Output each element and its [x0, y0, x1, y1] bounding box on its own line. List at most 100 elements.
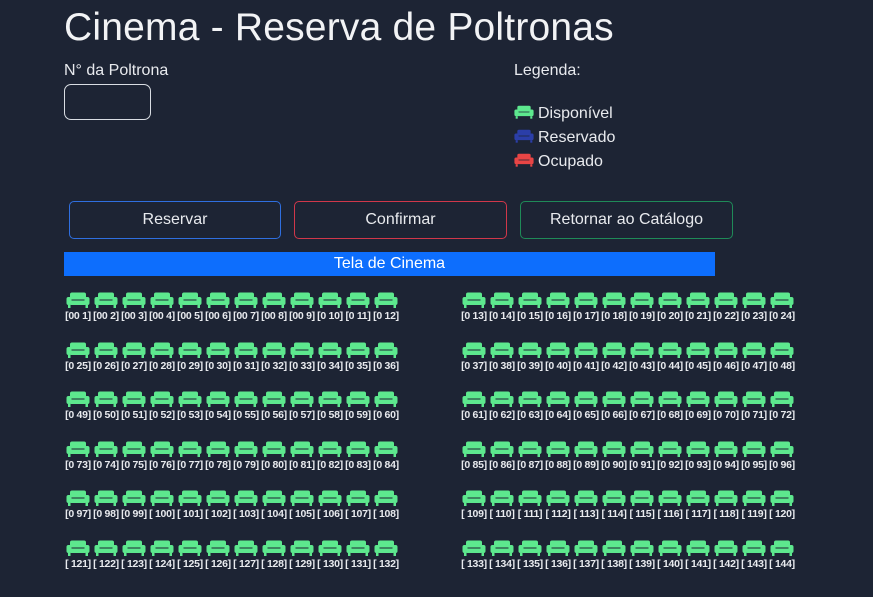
seat[interactable]: [0 72] [768, 391, 796, 421]
seat[interactable]: [0 58] [316, 391, 344, 421]
seat[interactable]: [0 86] [488, 441, 516, 471]
seat[interactable]: [0 66] [600, 391, 628, 421]
seat[interactable]: [0 45] [684, 342, 712, 372]
seat[interactable]: [ 102] [204, 490, 232, 520]
seat[interactable]: [ 113] [572, 490, 600, 520]
seat[interactable]: [0 32] [260, 342, 288, 372]
seat[interactable]: [ 117] [684, 490, 712, 520]
seat[interactable]: [0 14] [488, 292, 516, 322]
seat[interactable]: [0 71] [740, 391, 768, 421]
seat[interactable]: [ 144] [768, 540, 796, 570]
seat[interactable]: [ 120] [768, 490, 796, 520]
seat[interactable]: [0 25] [64, 342, 92, 372]
seat[interactable]: [0 77] [176, 441, 204, 471]
seat[interactable]: [0 73] [64, 441, 92, 471]
seat[interactable]: [0 81] [288, 441, 316, 471]
seat[interactable]: [0 43] [628, 342, 656, 372]
seat[interactable]: [0 52] [148, 391, 176, 421]
seat[interactable]: [0 95] [740, 441, 768, 471]
seat[interactable]: [0 90] [600, 441, 628, 471]
seat[interactable]: [0 82] [316, 441, 344, 471]
seat[interactable]: [0 11] [344, 292, 372, 322]
seat[interactable]: [0 97] [64, 490, 92, 520]
seat[interactable]: [ 107] [344, 490, 372, 520]
seat[interactable]: [0 69] [684, 391, 712, 421]
seat[interactable]: [ 143] [740, 540, 768, 570]
seat[interactable]: [0 93] [684, 441, 712, 471]
seat[interactable]: [0 62] [488, 391, 516, 421]
seat[interactable]: [ 116] [656, 490, 684, 520]
seat[interactable]: [ 118] [712, 490, 740, 520]
seat[interactable]: [0 92] [656, 441, 684, 471]
seat[interactable]: [0 30] [204, 342, 232, 372]
seat[interactable]: [0 55] [232, 391, 260, 421]
seat[interactable]: [0 35] [344, 342, 372, 372]
seat[interactable]: [0 99] [120, 490, 148, 520]
seat[interactable]: [00 5] [176, 292, 204, 322]
seat[interactable]: [ 114] [600, 490, 628, 520]
seat[interactable]: [0 74] [92, 441, 120, 471]
seat[interactable]: [0 85] [460, 441, 488, 471]
seat[interactable]: [0 17] [572, 292, 600, 322]
seat[interactable]: [ 106] [316, 490, 344, 520]
seat[interactable]: [ 108] [372, 490, 400, 520]
seat[interactable]: [0 63] [516, 391, 544, 421]
seat[interactable]: [ 135] [516, 540, 544, 570]
confirm-button[interactable]: Confirmar [294, 201, 507, 239]
seat[interactable]: [ 100] [148, 490, 176, 520]
seat[interactable]: [0 54] [204, 391, 232, 421]
seat[interactable]: [0 64] [544, 391, 572, 421]
seat[interactable]: [0 40] [544, 342, 572, 372]
seat[interactable]: [0 76] [148, 441, 176, 471]
seat[interactable]: [0 80] [260, 441, 288, 471]
seat[interactable]: [ 138] [600, 540, 628, 570]
seat[interactable]: [ 125] [176, 540, 204, 570]
seat[interactable]: [ 137] [572, 540, 600, 570]
seat[interactable]: [0 84] [372, 441, 400, 471]
seat[interactable]: [0 27] [120, 342, 148, 372]
seat[interactable]: [ 109] [460, 490, 488, 520]
seat[interactable]: [0 24] [768, 292, 796, 322]
seat[interactable]: [0 88] [544, 441, 572, 471]
seat[interactable]: [0 91] [628, 441, 656, 471]
seat[interactable]: [0 53] [176, 391, 204, 421]
seat[interactable]: [ 139] [628, 540, 656, 570]
seat[interactable]: [0 70] [712, 391, 740, 421]
seat[interactable]: [0 49] [64, 391, 92, 421]
seat[interactable]: [0 23] [740, 292, 768, 322]
seat[interactable]: [0 60] [372, 391, 400, 421]
seat[interactable]: [0 19] [628, 292, 656, 322]
seat[interactable]: [0 56] [260, 391, 288, 421]
seat[interactable]: [0 83] [344, 441, 372, 471]
seat[interactable]: [ 129] [288, 540, 316, 570]
seat[interactable]: [0 65] [572, 391, 600, 421]
seat[interactable]: [0 18] [600, 292, 628, 322]
seat[interactable]: [ 132] [372, 540, 400, 570]
seat[interactable]: [0 39] [516, 342, 544, 372]
seat[interactable]: [0 48] [768, 342, 796, 372]
seat[interactable]: [0 22] [712, 292, 740, 322]
seat[interactable]: [ 110] [488, 490, 516, 520]
seat[interactable]: [0 38] [488, 342, 516, 372]
seat[interactable]: [ 122] [92, 540, 120, 570]
seat[interactable]: [ 131] [344, 540, 372, 570]
seat[interactable]: [0 78] [204, 441, 232, 471]
seat[interactable]: [0 37] [460, 342, 488, 372]
seat[interactable]: [00 8] [260, 292, 288, 322]
seat[interactable]: [ 140] [656, 540, 684, 570]
seat[interactable]: [ 115] [628, 490, 656, 520]
seat[interactable]: [ 124] [148, 540, 176, 570]
seat[interactable]: [0 61] [460, 391, 488, 421]
seat[interactable]: [00 2] [92, 292, 120, 322]
seat[interactable]: [00 6] [204, 292, 232, 322]
seat[interactable]: [0 16] [544, 292, 572, 322]
seat[interactable]: [ 136] [544, 540, 572, 570]
seat[interactable]: [ 127] [232, 540, 260, 570]
reserve-button[interactable]: Reservar [69, 201, 281, 239]
seat[interactable]: [ 123] [120, 540, 148, 570]
seat[interactable]: [0 46] [712, 342, 740, 372]
seat[interactable]: [0 44] [656, 342, 684, 372]
seat[interactable]: [00 4] [148, 292, 176, 322]
seat[interactable]: [0 20] [656, 292, 684, 322]
seat[interactable]: [ 130] [316, 540, 344, 570]
